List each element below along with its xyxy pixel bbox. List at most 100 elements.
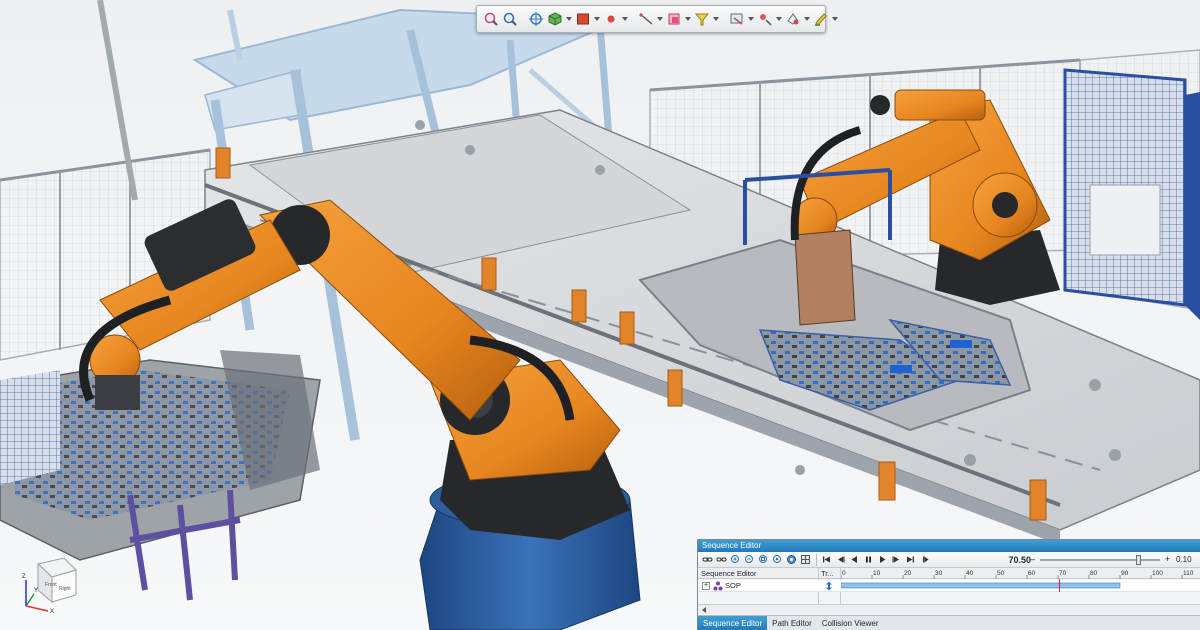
row-label-sop: SOP (725, 581, 741, 590)
paint-button[interactable] (813, 9, 829, 29)
pause-button[interactable] (862, 553, 875, 566)
play-backward-button[interactable] (848, 553, 861, 566)
snap-dropdown[interactable] (776, 9, 782, 29)
sequence-editor-panel: Sequence Editor 70.50 – + 0.10 Sequence … (697, 539, 1200, 630)
settings-button[interactable] (785, 9, 801, 29)
ruler-tick-label-11: 110 (1183, 570, 1194, 577)
display-dropdown[interactable] (748, 9, 754, 29)
ruler-tick-label-4: 40 (966, 570, 974, 577)
tab-sequence-editor[interactable]: Sequence Editor (698, 616, 768, 630)
ruler-tick-label-1: 10 (873, 570, 881, 577)
zoom-selection-button[interactable] (771, 553, 784, 566)
step-forward-button[interactable] (890, 553, 903, 566)
timeline-zoom-slider[interactable] (1040, 555, 1160, 565)
zoom-fit-button[interactable] (757, 553, 770, 566)
jump-start-button[interactable] (820, 553, 833, 566)
point-dropdown[interactable] (622, 9, 628, 29)
view-cube-dropdown[interactable] (566, 9, 572, 29)
axis-x-label: X (50, 609, 54, 615)
zoom-icon (503, 12, 517, 26)
paint-icon (815, 13, 827, 26)
navcube-face-right: Right (59, 586, 71, 592)
link-icon (702, 557, 713, 562)
ruler-tick-label-7: 70 (1059, 570, 1067, 577)
view-cube-icon (548, 12, 562, 26)
step-back-button[interactable] (834, 553, 847, 566)
navigation-cube[interactable]: Front Right X Y Z (16, 550, 82, 616)
section-icon (668, 13, 680, 25)
current-time-value: 70.50 (1008, 555, 1031, 565)
zoom-area-button[interactable] (483, 9, 499, 29)
tab-path-editor[interactable]: Path Editor (767, 616, 817, 630)
viewport-toolbar (476, 5, 829, 33)
measure-dropdown[interactable] (657, 9, 663, 29)
loop-icon (923, 556, 929, 563)
axis-y-label: Y (34, 588, 38, 594)
display-button[interactable] (729, 9, 745, 29)
measure-icon (639, 13, 653, 25)
filter-button[interactable] (785, 553, 798, 566)
fit-view-button[interactable] (528, 9, 544, 29)
timeline-ruler: 0 10 20 30 40 50 60 70 80 90 100 110 (841, 570, 1194, 579)
navcube-face-front: Front (45, 582, 57, 588)
jump-end-button[interactable] (904, 553, 917, 566)
zoom-fit-icon (759, 555, 767, 563)
fit-view-icon (529, 12, 543, 26)
zoom-value: 0.10 (1176, 555, 1192, 564)
zoom-area-icon (484, 12, 498, 26)
zoom-minus-button[interactable]: – (1030, 554, 1035, 565)
ruler-tick-label-10: 100 (1152, 570, 1163, 577)
timeline-zoom-thumb[interactable] (1136, 555, 1141, 565)
selection-button[interactable] (694, 9, 710, 29)
axis-z-label: Z (22, 574, 26, 580)
robot-cell-scene[interactable] (0, 0, 1200, 630)
settings-dropdown[interactable] (804, 9, 810, 29)
grid-button[interactable] (799, 553, 812, 566)
transition-icon[interactable] (824, 581, 834, 591)
step-forward-icon (892, 556, 899, 563)
step-back-icon (838, 556, 845, 563)
column-transition[interactable]: Tr... (821, 568, 834, 579)
snap-icon (760, 14, 772, 26)
play-forward-button[interactable] (876, 553, 889, 566)
link-button[interactable] (701, 553, 714, 566)
point-button[interactable] (603, 9, 619, 29)
selection-icon (694, 13, 710, 26)
play-backward-icon (851, 556, 857, 563)
scroll-left-arrow[interactable] (700, 606, 708, 614)
toolbar-separator (816, 553, 817, 566)
sequence-editor-title: Sequence Editor (698, 540, 1200, 552)
operation-tree-icon (713, 581, 723, 591)
zoom-in-button[interactable] (729, 553, 742, 566)
render-mode-button[interactable] (575, 9, 591, 29)
snap-button[interactable] (757, 9, 773, 29)
paint-dropdown[interactable] (832, 9, 838, 29)
ruler-tick-label-2: 20 (904, 570, 912, 577)
zoom-out-button[interactable] (743, 553, 756, 566)
unlink-icon (716, 557, 727, 562)
measure-button[interactable] (638, 9, 654, 29)
sop-gantt-bar[interactable] (841, 582, 1121, 589)
section-dropdown[interactable] (685, 9, 691, 29)
render-mode-dropdown[interactable] (594, 9, 600, 29)
play-forward-icon (880, 556, 886, 563)
timeline-horizontal-scrollbar[interactable] (698, 604, 1200, 614)
point-icon (607, 15, 615, 23)
zoom-plus-button[interactable]: + (1165, 554, 1170, 565)
3d-viewport[interactable]: Front Right X Y Z (0, 0, 1200, 630)
selection-dropdown[interactable] (713, 9, 719, 29)
zoom-button[interactable] (502, 9, 518, 29)
sequence-editor-toolbar: 70.50 – + 0.10 (698, 552, 1200, 568)
unlink-button[interactable] (715, 553, 728, 566)
view-cube-button[interactable] (547, 9, 563, 29)
ruler-tick-label-5: 50 (997, 570, 1005, 577)
row-expand-toggle[interactable]: + (702, 582, 710, 590)
section-button[interactable] (666, 9, 682, 29)
loop-button[interactable] (918, 553, 931, 566)
tab-collision-viewer[interactable]: Collision Viewer (817, 616, 884, 630)
ruler-tick-label-8: 80 (1090, 570, 1098, 577)
column-sequence-editor[interactable]: Sequence Editor (701, 568, 756, 579)
filter-icon (787, 555, 796, 564)
gantt-timeline[interactable]: 0 10 20 30 40 50 60 70 80 90 100 110 (841, 568, 1200, 604)
display-icon (730, 13, 743, 25)
